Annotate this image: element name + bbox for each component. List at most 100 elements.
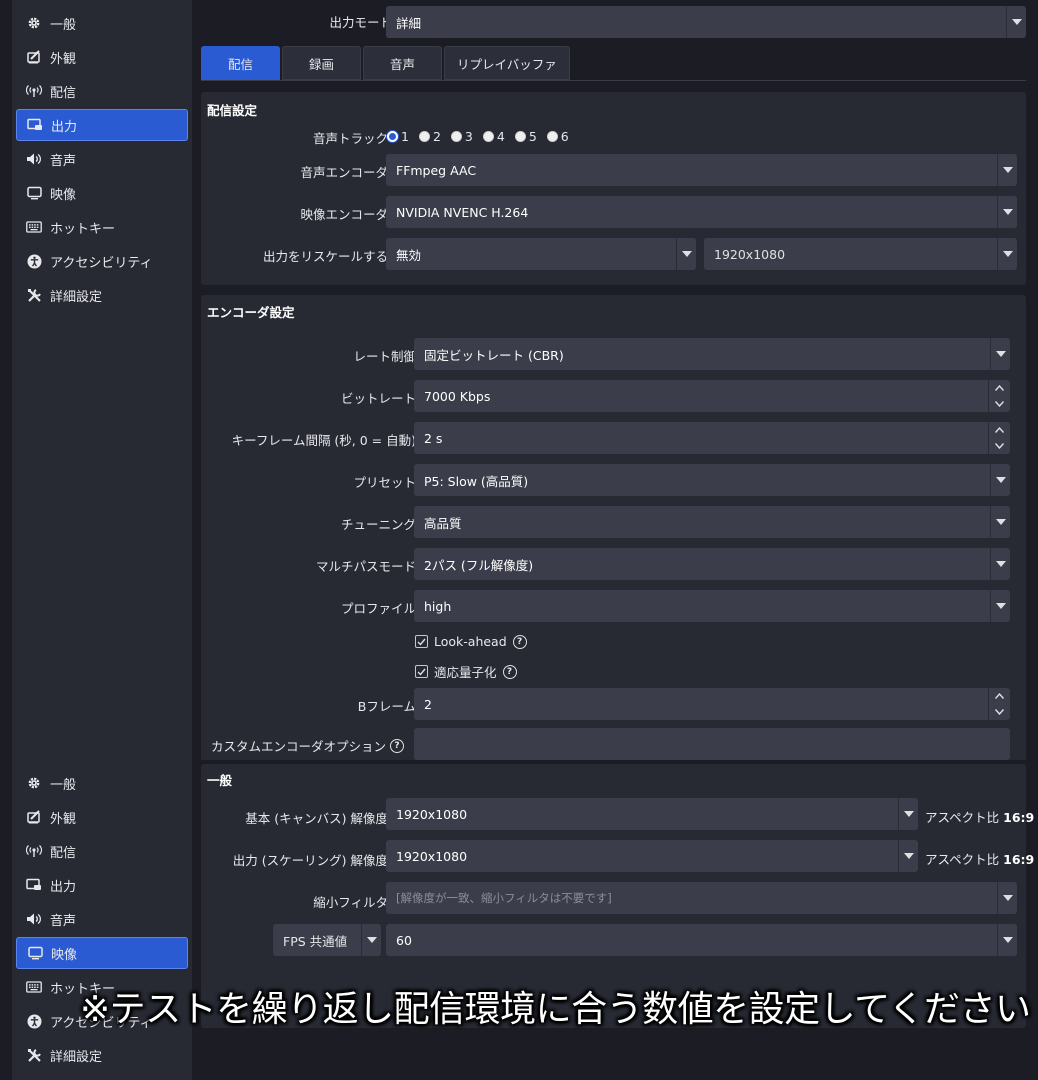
rescale-resolution-select[interactable]: 1920x1080 [704,238,1017,270]
radio-dot-icon[interactable] [514,131,526,142]
rate-control-value: 固定ビットレート (CBR) [424,347,564,363]
audio-track-radio[interactable]: 2 [418,129,441,144]
sidebar-item[interactable]: 一般 [16,7,188,39]
chevron-down-icon[interactable] [990,338,1010,370]
tab-recording[interactable]: 録画 [282,46,362,80]
stepper[interactable] [988,688,1010,720]
chevron-up-icon[interactable] [989,422,1010,438]
sidebar-item[interactable]: 配信 [16,75,188,107]
sidebar-item[interactable]: 詳細設定 [16,1039,188,1071]
chevron-down-icon[interactable] [989,438,1010,454]
tuning-select[interactable]: 高品質 [414,506,1010,538]
chevron-down-icon[interactable] [676,238,696,270]
chevron-down-icon[interactable] [898,840,918,872]
chevron-down-icon[interactable] [997,154,1017,186]
tuning-label: チューニング [340,517,416,532]
audio-track-radio[interactable]: 5 [514,129,537,144]
chevron-up-icon[interactable] [989,380,1010,396]
bframes-spinbox[interactable]: 2 [414,688,1010,720]
base-res-label: 基本 (キャンバス) 解像度 [245,811,388,826]
fps-value-select[interactable]: 60 [386,924,1017,956]
output-mode-label: 出力モード [329,15,392,30]
output-mode-select[interactable]: 詳細 [386,6,1026,38]
sidebar-item-label: 配信 [50,85,77,101]
radio-dot-icon[interactable] [546,131,558,142]
audio-track-radio[interactable]: 4 [482,129,505,144]
rate-control-select[interactable]: 固定ビットレート (CBR) [414,338,1010,370]
custom-options-input[interactable] [414,728,1010,760]
audio-track-radio[interactable]: 6 [546,129,569,144]
profile-label: プロファイル [340,601,416,616]
output-res-value: 1920x1080 [396,848,468,864]
chevron-down-icon[interactable] [361,924,381,956]
audio-encoder-select[interactable]: FFmpeg AAC [386,154,1017,186]
fps-type-select[interactable]: FPS 共通値 [273,924,381,956]
audio-track-radio[interactable]: 3 [450,129,473,144]
sidebar-item-label: 映像 [51,947,78,963]
profile-select[interactable]: high [414,590,1010,622]
sidebar-item[interactable]: 一般 [16,767,188,799]
base-res-select[interactable]: 1920x1080 [386,798,918,830]
chevron-down-icon[interactable] [997,238,1017,270]
sidebar-item[interactable]: 音声 [16,143,188,175]
sidebar-item[interactable]: 詳細設定 [16,279,188,311]
help-icon[interactable]: ? [512,634,527,649]
radio-dot-icon[interactable] [387,131,398,142]
adaptive-quant-checkbox[interactable]: 適応量子化 ? [415,662,517,681]
help-icon[interactable]: ? [502,664,517,679]
preset-value: P5: Slow (高品質) [424,473,529,489]
chevron-down-icon[interactable] [1006,6,1026,38]
chevron-down-icon[interactable] [990,548,1010,580]
chevron-down-icon[interactable] [989,396,1010,412]
base-res-value: 1920x1080 [396,806,468,822]
chevron-down-icon[interactable] [997,924,1017,956]
chevron-up-icon[interactable] [989,688,1010,704]
multipass-select[interactable]: 2パス (フル解像度) [414,548,1010,580]
help-icon[interactable]: ? [390,738,404,753]
audio-track-number: 5 [528,129,537,144]
sidebar-item[interactable]: 外観 [16,801,188,833]
radio-dot-icon[interactable] [450,131,462,142]
keyframe-spinbox[interactable]: 2 s [414,422,1010,454]
chevron-down-icon[interactable] [898,798,918,830]
bitrate-spinbox[interactable]: 7000 Kbps [414,380,1010,412]
output-res-select[interactable]: 1920x1080 [386,840,918,872]
output-icon [27,117,43,133]
radio-dot-icon[interactable] [482,131,494,142]
checkmark-icon[interactable] [415,635,428,648]
tab-stream[interactable]: 配信 [201,46,281,80]
chevron-down-icon[interactable] [989,704,1010,720]
chevron-down-icon[interactable] [990,590,1010,622]
stepper[interactable] [988,380,1010,412]
chevron-down-icon[interactable] [997,196,1017,228]
checkmark-icon[interactable] [415,665,428,678]
downscale-filter-select[interactable]: [解像度が一致、縮小フィルタは不要です] [386,882,1017,914]
tab-audio[interactable]: 音声 [363,46,443,80]
chevron-down-icon[interactable] [990,506,1010,538]
rescale-select[interactable]: 無効 [386,238,696,270]
sidebar-item[interactable]: 映像 [16,937,188,969]
tab-replay-buffer[interactable]: リプレイバッファ [444,46,570,80]
sidebar-item[interactable]: 映像 [16,177,188,209]
video-encoder-select[interactable]: NVIDIA NVENC H.264 [386,196,1017,228]
fps-type-value: FPS 共通値 [283,933,348,949]
chevron-down-icon[interactable] [997,882,1017,914]
sidebar-item[interactable]: 外観 [16,41,188,73]
rescale-label: 出力をリスケールする [262,249,388,264]
sidebar-item[interactable]: ホットキー [16,211,188,243]
sidebar-item-label: 一般 [50,17,77,33]
broadcast-icon [26,83,42,99]
audio-track-radio[interactable]: 1 [387,129,409,144]
preset-select[interactable]: P5: Slow (高品質) [414,464,1010,496]
audio-track-number: 3 [464,129,473,144]
sidebar-item[interactable]: アクセシビリティ [16,245,188,277]
sidebar-item[interactable]: 出力 [16,869,188,901]
sidebar-item-label: 出力 [51,119,78,135]
sidebar-item[interactable]: 音声 [16,903,188,935]
lookahead-checkbox[interactable]: Look-ahead ? [415,634,527,649]
sidebar-item[interactable]: 出力 [16,109,188,141]
radio-dot-icon[interactable] [418,131,430,142]
sidebar-item[interactable]: 配信 [16,835,188,867]
stepper[interactable] [988,422,1010,454]
chevron-down-icon[interactable] [990,464,1010,496]
